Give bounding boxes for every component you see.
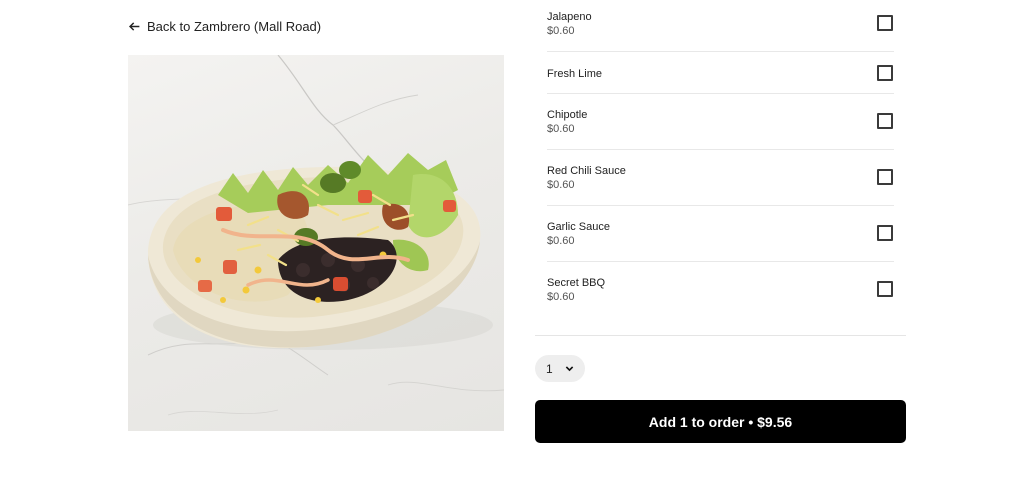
option-checkbox[interactable] (877, 65, 893, 81)
option-row-secret-bbq[interactable]: Secret BBQ $0.60 (547, 262, 894, 318)
option-price: $0.60 (547, 235, 575, 247)
option-price: $0.60 (547, 179, 575, 191)
option-row-garlic-sauce[interactable]: Garlic Sauce $0.60 (547, 206, 894, 262)
option-row-jalapeno[interactable]: Jalapeno $0.60 (547, 0, 894, 52)
option-checkbox[interactable] (877, 15, 893, 31)
option-checkbox[interactable] (877, 169, 893, 185)
option-row-chipotle[interactable]: Chipotle $0.60 (547, 94, 894, 150)
option-name: Jalapeno (547, 11, 592, 23)
add-to-order-button[interactable]: Add 1 to order • $9.56 (535, 400, 906, 443)
section-divider (535, 335, 906, 336)
chevron-down-icon (565, 366, 573, 372)
product-image (128, 55, 504, 431)
option-checkbox[interactable] (877, 281, 893, 297)
option-name: Secret BBQ (547, 277, 606, 289)
add-to-order-label: Add 1 to order • $9.56 (648, 413, 793, 430)
arrow-left-icon (128, 22, 140, 31)
option-price: $0.60 (547, 25, 575, 37)
option-name: Red Chili Sauce (547, 165, 626, 177)
quantity-select[interactable]: 1 (535, 355, 585, 382)
option-name: Fresh Lime (547, 68, 603, 80)
option-checkbox[interactable] (877, 113, 893, 129)
option-price: $0.60 (547, 291, 575, 303)
option-name: Garlic Sauce (547, 221, 610, 233)
option-row-red-chili-sauce[interactable]: Red Chili Sauce $0.60 (547, 150, 894, 206)
back-link-label: Back to Zambrero (Mall Road) (147, 19, 322, 34)
quantity-value: 1 (546, 361, 553, 376)
option-row-fresh-lime[interactable]: Fresh Lime (547, 52, 894, 94)
option-name: Chipotle (547, 109, 588, 121)
option-price: $0.60 (547, 123, 575, 135)
back-link[interactable]: Back to Zambrero (Mall Road) (128, 19, 321, 34)
option-checkbox[interactable] (877, 225, 893, 241)
